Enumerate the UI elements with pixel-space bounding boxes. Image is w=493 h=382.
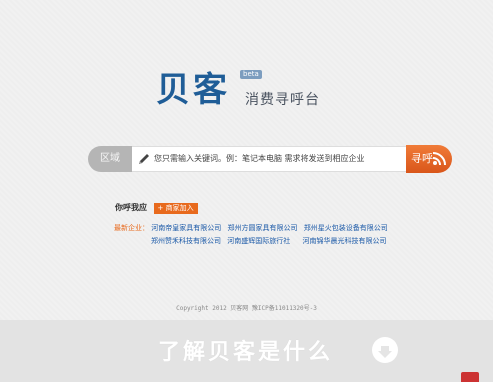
- search-bar: 区域 寻呼: [88, 145, 452, 173]
- companies-row-2: 郑州赞禾科技有限公司 河南盛辉国际旅行社 河南锦华晨光科技有限公司: [114, 235, 392, 248]
- latest-companies-label: 最新企业：: [114, 224, 149, 232]
- search-button[interactable]: 寻呼: [406, 145, 452, 173]
- company-link[interactable]: 郑州赞禾科技有限公司: [151, 237, 221, 245]
- corner-icon[interactable]: [461, 372, 479, 382]
- company-link[interactable]: 河南帝皇家具有限公司: [151, 224, 221, 232]
- learn-more-link[interactable]: 了解贝客是什么: [158, 334, 333, 366]
- call-section: 你呼我应 + 商家加入: [115, 202, 198, 214]
- search-input[interactable]: [154, 147, 404, 171]
- company-link[interactable]: 河南盛辉国际旅行社: [227, 237, 290, 245]
- beta-badge: beta: [240, 70, 262, 79]
- arrow-down-icon[interactable]: [372, 337, 398, 363]
- rss-icon: [432, 152, 446, 166]
- logo[interactable]: 贝客 beta 消费寻呼台: [156, 70, 319, 110]
- logo-mark: 贝客: [156, 70, 230, 110]
- area-selector[interactable]: 区域: [88, 146, 132, 172]
- latest-companies: 最新企业： 河南帝皇家具有限公司 郑州方圆家具有限公司 郑州星火包装设备有限公司…: [114, 222, 392, 248]
- company-link[interactable]: 郑州方圆家具有限公司: [227, 224, 297, 232]
- call-label: 你呼我应: [115, 203, 147, 212]
- company-link[interactable]: 河南锦华晨光科技有限公司: [302, 237, 386, 245]
- companies-row-1: 最新企业： 河南帝皇家具有限公司 郑州方圆家具有限公司 郑州星火包装设备有限公司: [114, 222, 392, 235]
- merchant-join-button[interactable]: + 商家加入: [153, 203, 198, 214]
- logo-tagline: 消费寻呼台: [245, 92, 320, 108]
- pen-icon: [139, 154, 149, 164]
- copyright: Copyright 2012 贝客网 豫ICP备11011320号-3: [176, 305, 317, 312]
- search-input-wrapper: [132, 146, 406, 172]
- company-link[interactable]: 郑州星火包装设备有限公司: [304, 224, 388, 232]
- search-button-label: 寻呼: [411, 152, 433, 165]
